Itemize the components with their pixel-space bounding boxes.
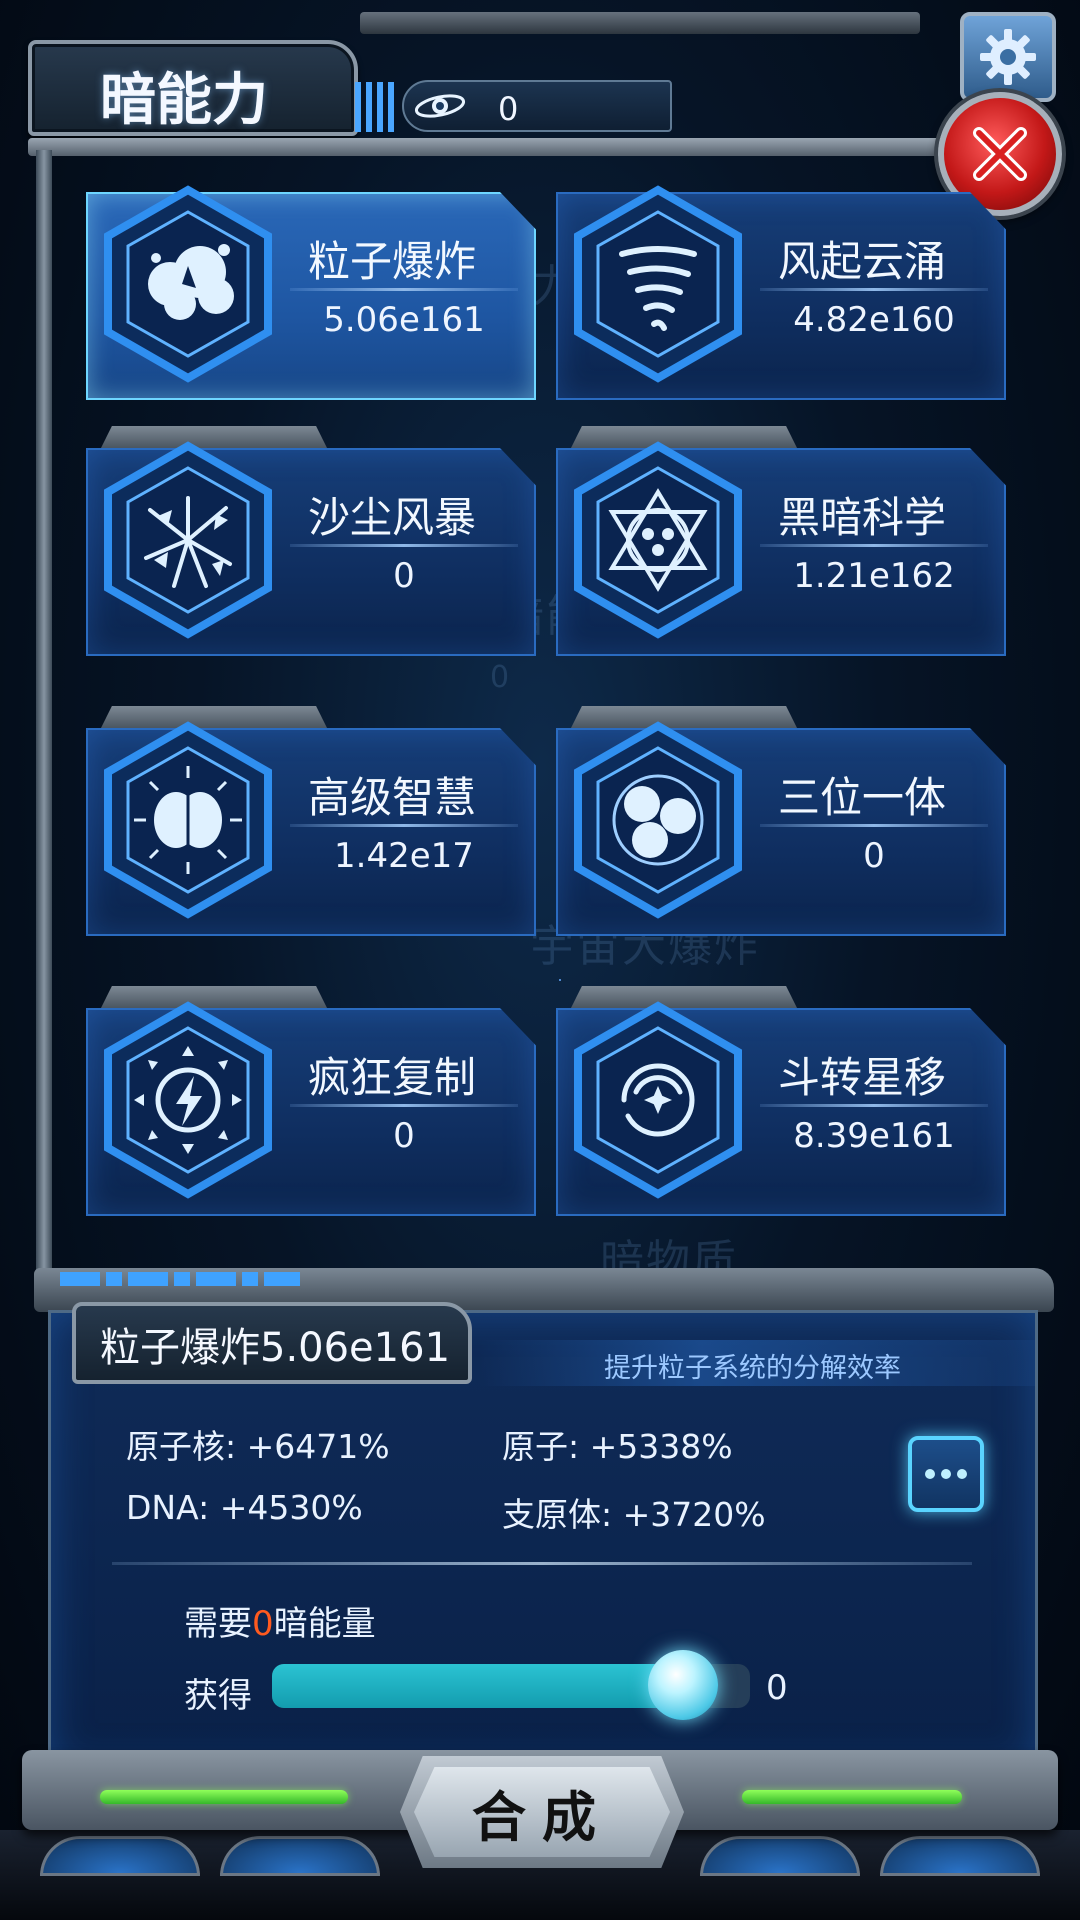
skill-card[interactable]: 黑暗科学 1.21e162 — [556, 426, 1006, 656]
cost-prefix: 需要 — [184, 1604, 252, 1644]
compose-button-label: 合成 — [414, 1767, 670, 1857]
skill-divider — [760, 544, 988, 547]
skill-divider — [760, 1104, 988, 1107]
compose-button[interactable]: 合成 — [400, 1756, 684, 1868]
cost-suffix: 暗能量 — [273, 1604, 376, 1644]
trinity-orbs-icon — [574, 721, 742, 919]
currency-value: 0 — [498, 90, 519, 128]
skill-name: 斗转星移 — [778, 1053, 947, 1102]
gain-value: 0 — [766, 1668, 788, 1708]
hexagram-science-icon — [574, 441, 742, 639]
dot-icon — [925, 1469, 935, 1479]
skill-card[interactable]: 斗转星移 8.39e161 — [556, 986, 1006, 1216]
skill-card[interactable]: 沙尘风暴 0 — [86, 426, 536, 656]
more-options-button[interactable] — [908, 1436, 984, 1512]
vortex-star-icon — [574, 1001, 742, 1199]
footer-energy-bar-left — [100, 1790, 348, 1804]
settings-button[interactable] — [960, 12, 1056, 102]
stat-atom: 原子: +5338% — [502, 1427, 733, 1466]
skill-value: 1.21e162 — [793, 556, 955, 596]
skill-name: 三位一体 — [778, 773, 947, 822]
side-rail — [36, 150, 52, 1270]
footer-dome — [700, 1836, 860, 1876]
skill-name: 高级智慧 — [308, 773, 477, 822]
stat-mycoplasma: 支原体: +3720% — [502, 1495, 766, 1534]
stat-nucleus: 原子核: +6471% — [126, 1427, 390, 1466]
skill-value: 0 — [393, 1116, 415, 1156]
footer-energy-bar-right — [742, 1790, 962, 1804]
skill-value: 4.82e160 — [793, 300, 955, 340]
dot-icon — [941, 1469, 951, 1479]
skill-grid: 粒子爆炸 5.06e161 风起云涌 4.82e160 沙尘风暴 0 黑暗科学 … — [86, 170, 1006, 1240]
amount-slider-handle[interactable] — [648, 1650, 718, 1720]
detail-title: 粒子爆炸5.06e161 — [100, 1325, 451, 1371]
detail-divider — [112, 1562, 972, 1565]
skill-value: 1.42e17 — [334, 836, 474, 876]
skill-name: 粒子爆炸 — [308, 237, 477, 286]
skill-card[interactable]: 风起云涌 4.82e160 — [556, 170, 1006, 400]
tornado-icon — [574, 185, 742, 383]
footer-dome — [880, 1836, 1040, 1876]
skill-name: 风起云涌 — [778, 237, 947, 286]
skill-card[interactable]: 疯狂复制 0 — [86, 986, 536, 1216]
skill-value: 8.39e161 — [793, 1116, 955, 1156]
cost-amount: 0 — [252, 1604, 274, 1644]
skill-divider — [290, 288, 518, 291]
header-top-rail — [360, 12, 920, 34]
skill-card[interactable]: 三位一体 0 — [556, 706, 1006, 936]
gain-label: 获得 — [184, 1676, 252, 1716]
footer-dome — [40, 1836, 200, 1876]
skill-divider — [760, 824, 988, 827]
skill-value: 0 — [393, 556, 415, 596]
stat-dna: DNA: +4530% — [126, 1488, 363, 1527]
skill-divider — [290, 544, 518, 547]
header-bar — [28, 138, 978, 156]
skill-name: 疯狂复制 — [308, 1053, 477, 1102]
gear-icon — [980, 29, 1036, 85]
skill-card[interactable]: 粒子爆炸 5.06e161 — [86, 170, 536, 400]
detail-description: 提升粒子系统的分解效率 — [604, 1353, 901, 1384]
particle-explosion-icon — [104, 185, 272, 383]
title-stripes — [355, 82, 397, 132]
skill-value: 0 — [863, 836, 885, 876]
detail-indicator-lights — [60, 1272, 300, 1286]
cost-requirement: 需要0暗能量 — [184, 1596, 376, 1645]
skill-name: 沙尘风暴 — [308, 493, 477, 542]
page-title: 暗能力 — [100, 68, 268, 133]
footer-dome — [220, 1836, 380, 1876]
lightning-replicate-icon — [104, 1001, 272, 1199]
skill-value: 5.06e161 — [323, 300, 485, 340]
skill-divider — [290, 824, 518, 827]
galaxy-icon — [414, 94, 466, 118]
skill-divider — [290, 1104, 518, 1107]
skill-name: 黑暗科学 — [778, 493, 947, 542]
skill-card[interactable]: 高级智慧 1.42e17 — [86, 706, 536, 936]
sandstorm-shards-icon — [104, 441, 272, 639]
brain-icon — [104, 721, 272, 919]
dot-icon — [957, 1469, 967, 1479]
skill-divider — [760, 288, 988, 291]
amount-slider-fill — [272, 1664, 683, 1708]
